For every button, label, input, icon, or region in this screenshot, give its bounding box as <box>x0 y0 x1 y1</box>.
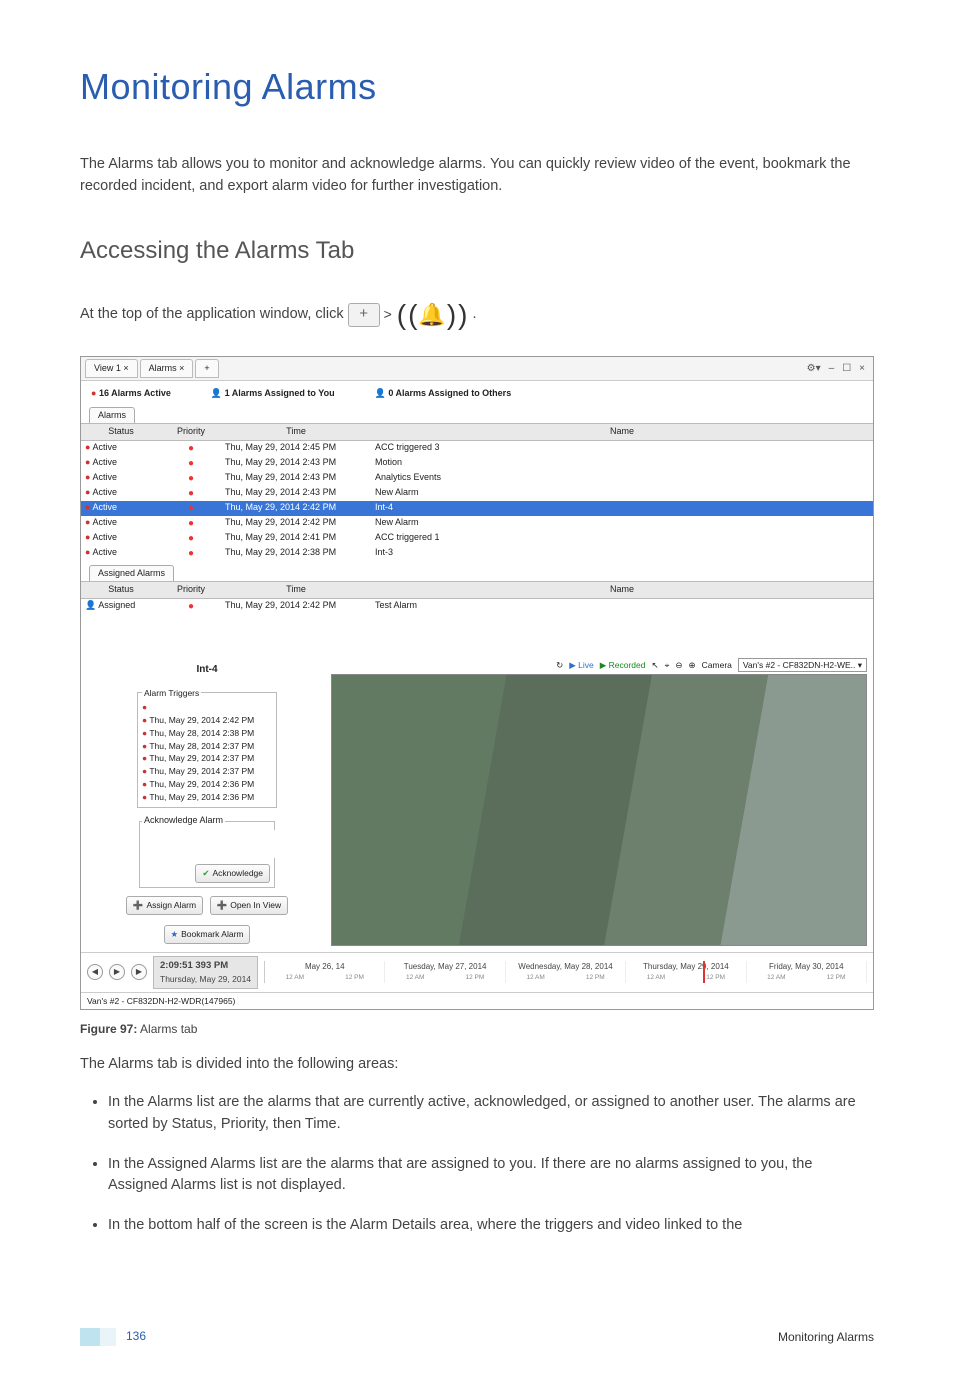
table-row[interactable]: ● Active●Thu, May 29, 2014 2:42 PMInt-4 <box>81 501 873 516</box>
alarm-bell-icon[interactable]: ( ( 🔔 ) ) <box>396 294 469 336</box>
table-row[interactable]: ● Active●Thu, May 29, 2014 2:38 PMInt-3 <box>81 546 873 561</box>
col-status[interactable]: Status <box>81 424 161 441</box>
table-row[interactable]: ● Active●Thu, May 29, 2014 2:41 PMACC tr… <box>81 531 873 546</box>
live-button[interactable]: ▶ Live <box>569 659 594 672</box>
list-item: In the Assigned Alarms list are the alar… <box>108 1154 874 1198</box>
breadcrumb-arrow: > <box>384 304 392 325</box>
target-icon[interactable]: ⌖ <box>665 659 670 672</box>
video-frame[interactable] <box>331 674 867 945</box>
playhead[interactable] <box>703 961 705 983</box>
list-item: In the Alarms list are the alarms that a… <box>108 1092 874 1136</box>
summary-assigned-others: 👤 0 Alarms Assigned to Others <box>375 387 512 401</box>
table-row[interactable]: ● Active●Thu, May 29, 2014 2:42 PMNew Al… <box>81 516 873 531</box>
ack-notes[interactable] <box>142 830 276 858</box>
alarms-table: Status Priority Time Name ● Active●Thu, … <box>81 423 873 561</box>
tab-view1[interactable]: View 1 × <box>85 359 138 379</box>
col-name[interactable]: Name <box>371 424 873 441</box>
table-row[interactable]: ● Active●Thu, May 29, 2014 2:43 PMMotion <box>81 456 873 471</box>
timeline-day[interactable]: Thursday, May 29, 201412 AM12 PM <box>626 961 746 983</box>
acknowledge-button[interactable]: ✔Acknowledge <box>195 864 270 883</box>
trigger-item[interactable]: Thu, May 29, 2014 2:36 PM <box>142 791 272 804</box>
status-strip: Van's #2 - CF832DN-H2-WDR(147965) <box>81 992 873 1010</box>
alarms-tab-screenshot: View 1 × Alarms × + ⚙▾ – ☐ × ● 16 Alarms… <box>80 356 874 1011</box>
tab-alarms[interactable]: Alarms × <box>140 359 194 379</box>
cursor-icon[interactable]: ↖ <box>651 659 658 672</box>
summary-active: ● 16 Alarms Active <box>91 387 171 401</box>
col-time[interactable]: Time <box>221 424 371 441</box>
alarm-triggers-box: Alarm Triggers Thu, May 29, 2014 2:42 PM… <box>137 687 277 809</box>
areas-list: In the Alarms list are the alarms that a… <box>98 1092 874 1237</box>
table-row[interactable]: 👤 Assigned●Thu, May 29, 2014 2:42 PMTest… <box>81 598 873 614</box>
footer-logo <box>80 1328 116 1346</box>
page-number: 136 <box>126 1329 146 1343</box>
summary-assigned-you: 👤 1 Alarms Assigned to You <box>211 387 335 401</box>
play-icon[interactable]: ▶ <box>109 964 125 980</box>
list-item: In the bottom half of the screen is the … <box>108 1215 874 1237</box>
zoom-out-icon[interactable]: ⊖ <box>675 659 682 672</box>
new-tab-plus-button[interactable]: + <box>348 303 380 327</box>
bookmark-alarm-button[interactable]: ★Bookmark Alarm <box>164 925 251 944</box>
open-in-view-button[interactable]: ➕Open In View <box>210 896 288 915</box>
window-close-icon[interactable]: × <box>859 361 865 376</box>
step-back-icon[interactable]: ◀ <box>87 964 103 980</box>
assigned-table: Status Priority Time Name 👤 Assigned●Thu… <box>81 581 873 614</box>
trigger-item[interactable]: Thu, May 28, 2014 2:38 PM <box>142 727 272 740</box>
page-footer: 136 Monitoring Alarms <box>80 1327 874 1346</box>
trigger-item[interactable]: Thu, May 28, 2014 2:37 PM <box>142 740 272 753</box>
access-text: At the top of the application window, cl… <box>80 304 344 326</box>
video-pane: ↻ ▶ Live ▶ Recorded ↖ ⌖ ⊖ ⊕ Camera Van's… <box>331 658 867 946</box>
table-row[interactable]: ● Active●Thu, May 29, 2014 2:45 PMACC tr… <box>81 440 873 456</box>
camera-selector[interactable]: Van's #2 - CF832DN-H2-WE.. ▾ <box>738 658 867 673</box>
recorded-button[interactable]: ▶ Recorded <box>600 659 646 672</box>
figure-caption: Figure 97: Alarms tab <box>80 1020 874 1038</box>
camera-label: Camera <box>702 659 732 672</box>
timeline-day[interactable]: Tuesday, May 27, 201412 AM12 PM <box>385 961 505 983</box>
detail-title: Int-4 <box>196 662 217 677</box>
trigger-item[interactable]: Thu, May 29, 2014 2:36 PM <box>142 778 272 791</box>
tab-add[interactable]: + <box>195 359 218 379</box>
timeline-day[interactable]: May 26, 1412 AM12 PM <box>265 961 385 983</box>
section-title: Accessing the Alarms Tab <box>80 233 874 269</box>
step-fwd-icon[interactable]: ▶ <box>131 964 147 980</box>
areas-intro: The Alarms tab is divided into the follo… <box>80 1054 874 1076</box>
trigger-item[interactable]: Thu, May 29, 2014 2:37 PM <box>142 752 272 765</box>
page-title: Monitoring Alarms <box>80 60 874 114</box>
alarms-subtab[interactable]: Alarms <box>89 407 135 424</box>
intro-paragraph: The Alarms tab allows you to monitor and… <box>80 154 874 198</box>
table-row[interactable]: ● Active●Thu, May 29, 2014 2:43 PMNew Al… <box>81 486 873 501</box>
access-line: At the top of the application window, cl… <box>80 294 874 336</box>
col-priority[interactable]: Priority <box>161 424 221 441</box>
loop-icon[interactable]: ↻ <box>556 659 563 672</box>
footer-title: Monitoring Alarms <box>778 1328 874 1346</box>
assigned-subtab[interactable]: Assigned Alarms <box>89 565 174 582</box>
timeline[interactable]: ◀ ▶ ▶ 2:09:51 393 PM Thursday, May 29, 2… <box>81 952 873 992</box>
ack-box: Acknowledge Alarm ✔Acknowledge <box>139 814 275 888</box>
window-max-icon[interactable]: ☐ <box>842 361 851 376</box>
window-min-icon[interactable]: – <box>829 361 835 376</box>
playhead-clock: 2:09:51 393 PM Thursday, May 29, 2014 <box>153 956 258 989</box>
alarm-detail-pane: Int-4 Alarm Triggers Thu, May 29, 2014 2… <box>87 658 327 946</box>
gear-icon[interactable]: ⚙▾ <box>807 361 821 376</box>
timeline-day[interactable]: Wednesday, May 28, 201412 AM12 PM <box>506 961 626 983</box>
timeline-day[interactable]: Friday, May 30, 201412 AM12 PM <box>747 961 867 983</box>
trigger-item[interactable]: Thu, May 29, 2014 2:42 PM <box>142 714 272 727</box>
table-row[interactable]: ● Active●Thu, May 29, 2014 2:43 PMAnalyt… <box>81 471 873 486</box>
trigger-item[interactable]: Thu, May 29, 2014 2:37 PM <box>142 765 272 778</box>
assign-alarm-button[interactable]: ➕Assign Alarm <box>126 896 203 915</box>
zoom-in-icon[interactable]: ⊕ <box>689 659 696 672</box>
